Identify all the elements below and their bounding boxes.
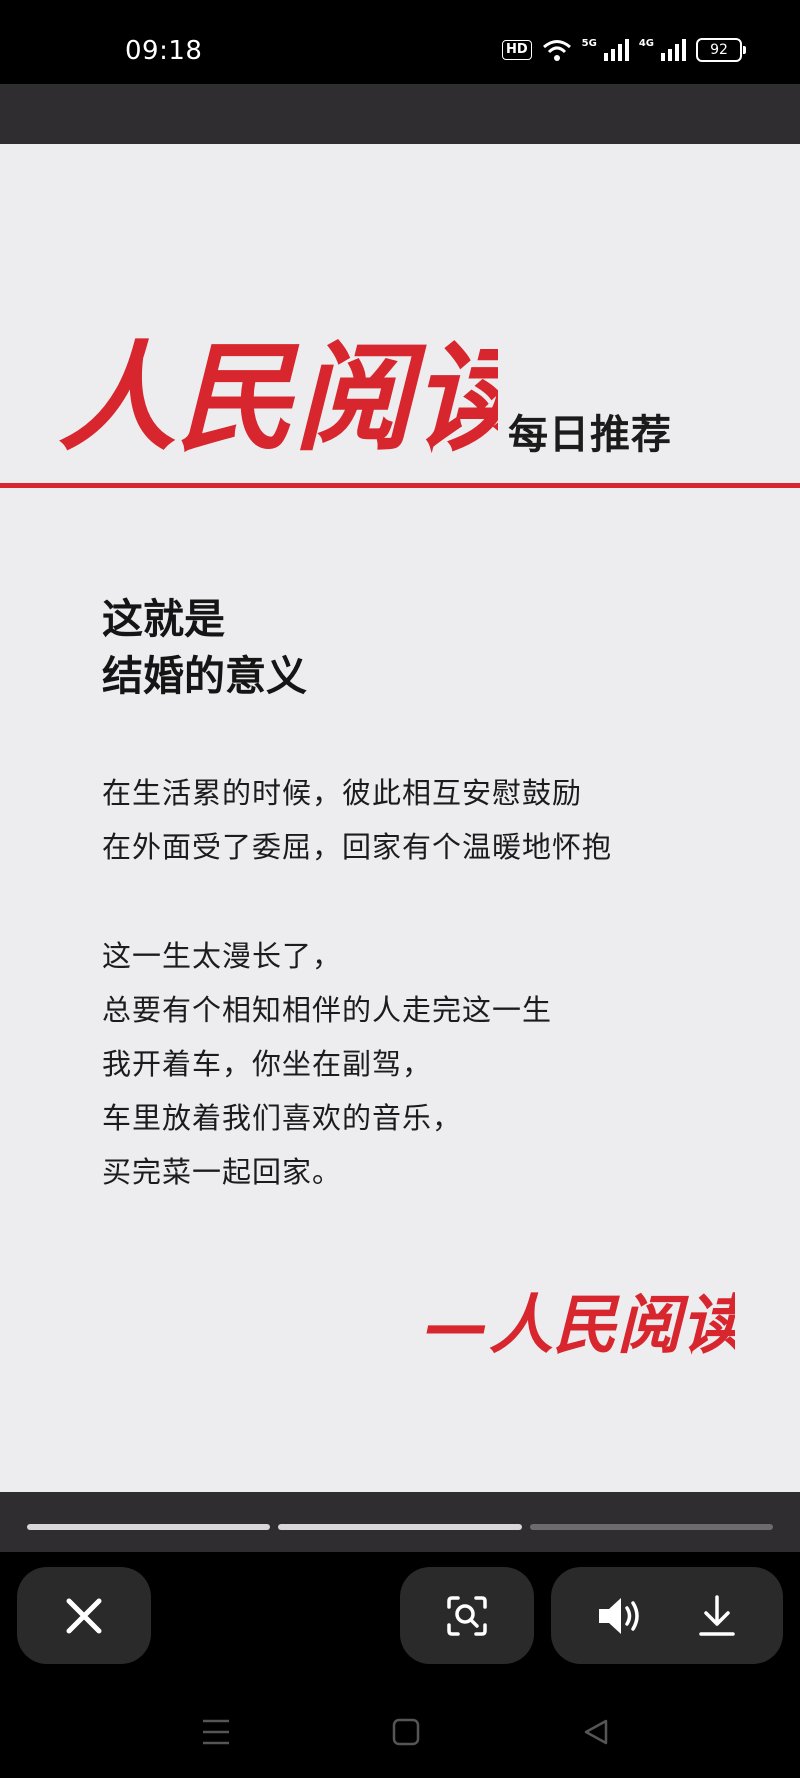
red-divider	[0, 483, 800, 488]
story-image[interactable]: 人民阅读 每日推荐 这就是 结婚的意义 在生活累的时候，彼此相互安慰鼓励 在外面…	[0, 144, 800, 1492]
image-search-icon	[447, 1595, 487, 1636]
network-4g-label: 4G	[638, 38, 654, 49]
hd-voice-icon: HD	[501, 40, 532, 60]
status-bar: 09:18 HD 5G 4G 92	[0, 0, 800, 84]
viewer-top-band	[0, 84, 800, 144]
image-search-button[interactable]	[400, 1567, 534, 1664]
network-5g-label: 5G	[581, 38, 597, 49]
paragraph-2: 这一生太漫长了， 总要有个相知相伴的人走完这一生 我开着车，你坐在副驾， 车里放…	[102, 939, 553, 1189]
progress-segment	[27, 1524, 271, 1530]
back-icon[interactable]	[582, 1718, 610, 1746]
paragraph-1: 在生活累的时候，彼此相互安慰鼓励 在外面受了委屈，回家有个温暖地怀抱	[102, 776, 613, 864]
article-title: 这就是 结婚的意义	[102, 595, 307, 700]
signal-4g-icon	[661, 39, 686, 61]
media-controls	[551, 1567, 783, 1664]
close-button[interactable]	[17, 1567, 151, 1664]
status-icons: HD 5G 4G 92	[501, 38, 746, 62]
brand-signature: —人民阅读	[425, 1289, 735, 1363]
close-icon	[66, 1598, 102, 1633]
system-nav-bar	[0, 1664, 800, 1778]
brand-logo-text: 人民阅读	[58, 328, 498, 467]
battery-level: 92	[696, 38, 742, 62]
viewer-bottom-band	[0, 1492, 800, 1552]
progress-segment	[278, 1524, 522, 1530]
progress-segment	[529, 1524, 773, 1530]
battery-icon: 92	[696, 38, 746, 62]
wifi-icon	[542, 40, 571, 61]
signal-5g-icon	[603, 39, 629, 61]
download-icon[interactable]	[697, 1594, 737, 1638]
menu-icon[interactable]	[201, 1718, 231, 1746]
story-progress	[27, 1524, 773, 1530]
brand-signature-text: —人民阅读	[425, 1289, 735, 1363]
speaker-icon[interactable]	[597, 1595, 645, 1637]
home-icon[interactable]	[392, 1718, 420, 1746]
status-time: 09:18	[125, 36, 203, 66]
brand-subtitle: 每日推荐	[508, 412, 672, 458]
brand-logo: 人民阅读	[58, 328, 498, 467]
